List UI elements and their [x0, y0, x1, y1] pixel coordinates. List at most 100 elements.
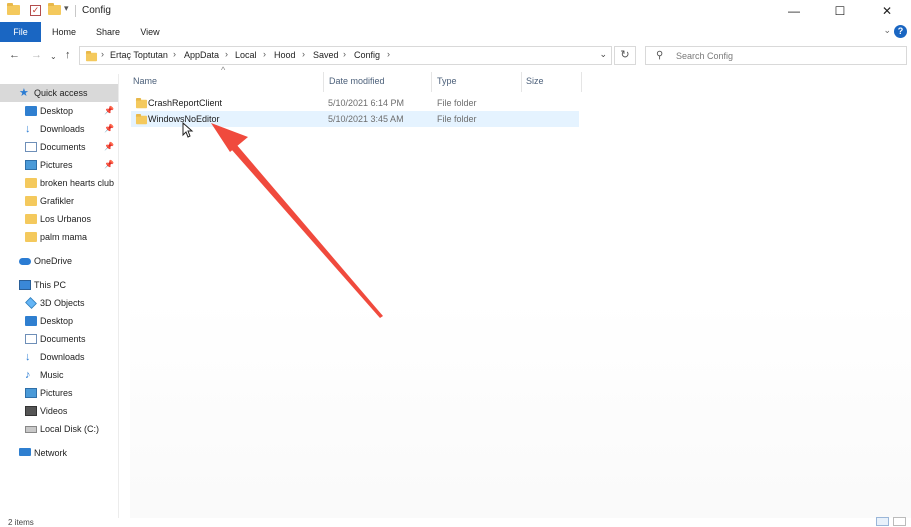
breadcrumb-saved[interactable]: Saved — [313, 50, 339, 60]
navigation-bar: ← → ⌄ ↑ › Ertaç Toptutan › AppData › Loc… — [0, 42, 911, 70]
sort-indicator-icon: ^ — [221, 65, 226, 75]
folder-icon — [85, 51, 98, 62]
sidebar-item-label: Desktop — [40, 106, 74, 116]
sidebar-item-grafikler[interactable]: Grafikler — [0, 192, 118, 210]
sidebar-item-label: Documents — [40, 142, 86, 152]
breadcrumb-local[interactable]: Local — [235, 50, 257, 60]
file-name: CrashReportClient — [148, 98, 223, 108]
sidebar-item-pc-documents[interactable]: Documents — [0, 330, 118, 348]
maximize-button[interactable]: ☐ — [817, 0, 863, 22]
file-date-modified: 5/10/2021 6:14 PM — [328, 98, 405, 108]
search-input[interactable]: ⚲ Search Config — [645, 46, 907, 65]
properties-icon[interactable]: ✓ — [30, 5, 41, 16]
breadcrumb-separator: › — [343, 49, 346, 59]
pin-icon: 📌 — [104, 106, 114, 115]
folder-icon — [25, 196, 37, 206]
column-header-size[interactable]: Size — [526, 70, 544, 92]
folder-icon — [25, 232, 37, 242]
sidebar-item-pictures[interactable]: Pictures 📌 — [0, 156, 118, 174]
breadcrumb-config[interactable]: Config — [354, 50, 380, 60]
folder-icon[interactable] — [7, 3, 20, 15]
sidebar-item-downloads[interactable]: ↓ Downloads 📌 — [0, 120, 118, 138]
sidebar-item-los-urbanos[interactable]: Los Urbanos — [0, 210, 118, 228]
sidebar-item-documents[interactable]: Documents 📌 — [0, 138, 118, 156]
sidebar-item-this-pc[interactable]: This PC — [0, 276, 118, 294]
video-icon — [25, 406, 37, 416]
pin-icon: 📌 — [104, 124, 114, 133]
column-header-date-modified[interactable]: Date modified — [329, 70, 385, 92]
search-placeholder: Search Config — [676, 51, 734, 61]
sidebar-item-label: 3D Objects — [40, 298, 85, 308]
sidebar-item-label: Pictures — [40, 388, 73, 398]
close-button[interactable]: ✕ — [864, 0, 910, 22]
forward-button[interactable]: → — [31, 48, 42, 62]
column-divider[interactable] — [581, 72, 582, 92]
column-divider[interactable] — [431, 72, 432, 92]
sidebar-item-local-disk[interactable]: Local Disk (C:) — [0, 420, 118, 438]
sidebar-item-label: This PC — [34, 280, 67, 290]
refresh-button[interactable]: ↻ — [614, 46, 636, 65]
recent-locations-button[interactable]: ⌄ — [50, 50, 57, 64]
sidebar-item-network[interactable]: Network — [0, 444, 118, 462]
pin-icon: 📌 — [104, 142, 114, 151]
sidebar-item-label: Network — [34, 448, 68, 458]
sidebar-item-label: Downloads — [40, 124, 85, 134]
drive-icon — [25, 426, 37, 433]
sidebar-item-music[interactable]: ♪ Music — [0, 366, 118, 384]
sidebar-item-desktop[interactable]: Desktop 📌 — [0, 102, 118, 120]
sidebar-item-label: broken hearts club — [40, 178, 115, 188]
status-bar: 2 items — [0, 517, 911, 527]
file-type: File folder — [437, 114, 477, 124]
table-row[interactable]: WindowsNoEditor 5/10/2021 3:45 AM File f… — [131, 111, 579, 127]
sidebar-item-pc-downloads[interactable]: ↓ Downloads — [0, 348, 118, 366]
breadcrumb-ertac-toptutan[interactable]: Ertaç Toptutan — [110, 50, 168, 60]
sidebar-item-palm-mama[interactable]: palm mama — [0, 228, 118, 246]
details-view-icon[interactable] — [876, 517, 889, 526]
large-icons-view-icon[interactable] — [893, 517, 906, 526]
documents-icon — [25, 142, 37, 152]
sidebar-item-pc-desktop[interactable]: Desktop — [0, 312, 118, 330]
tab-view[interactable]: View — [134, 22, 166, 42]
pictures-icon — [25, 388, 37, 398]
customize-toolbar-icon[interactable]: ▾ — [64, 3, 69, 14]
sidebar-item-label: Videos — [40, 406, 68, 416]
new-folder-icon[interactable] — [48, 3, 61, 15]
computer-icon — [19, 280, 31, 290]
tab-home[interactable]: Home — [47, 22, 81, 42]
tab-file[interactable]: File — [0, 22, 41, 42]
sidebar-item-videos[interactable]: Videos — [0, 402, 118, 420]
sidebar-item-label: Grafikler — [40, 196, 75, 206]
mouse-cursor-icon — [182, 122, 194, 138]
star-icon: ★ — [19, 87, 29, 99]
column-divider[interactable] — [521, 72, 522, 92]
breadcrumb-appdata[interactable]: AppData — [184, 50, 219, 60]
sidebar-item-quick-access[interactable]: ★ Quick access — [0, 84, 118, 102]
breadcrumb-hood[interactable]: Hood — [274, 50, 296, 60]
expand-ribbon-icon[interactable]: ⌄ — [883, 25, 891, 36]
navigation-pane: ★ Quick access Desktop 📌 ↓ Downloads 📌 D… — [0, 74, 119, 520]
table-row[interactable]: CrashReportClient 5/10/2021 6:14 PM File… — [131, 95, 579, 111]
folder-icon — [25, 214, 37, 224]
sidebar-item-broken-hearts-club[interactable]: broken hearts club — [0, 174, 118, 192]
sidebar-item-label: Quick access — [34, 88, 88, 98]
sidebar-item-onedrive[interactable]: OneDrive — [0, 252, 118, 270]
title-bar: ✓ ▾ Config — ☐ ✕ — [0, 0, 911, 22]
file-list: ^ Name Date modified Type Size CrashRepo… — [119, 65, 911, 520]
tab-share[interactable]: Share — [91, 22, 125, 42]
folder-icon — [25, 178, 37, 188]
downloads-icon: ↓ — [25, 123, 31, 135]
address-dropdown-icon[interactable]: ⌄ — [599, 49, 607, 60]
help-icon[interactable]: ? — [894, 25, 907, 38]
sidebar-item-label: palm mama — [40, 232, 88, 242]
column-header-type[interactable]: Type — [437, 70, 457, 92]
address-bar[interactable]: › Ertaç Toptutan › AppData › Local › Hoo… — [79, 46, 612, 65]
back-button[interactable]: ← — [9, 48, 20, 62]
column-divider[interactable] — [323, 72, 324, 92]
up-button[interactable]: ↑ — [65, 48, 71, 62]
file-type: File folder — [437, 98, 477, 108]
sidebar-item-pc-pictures[interactable]: Pictures — [0, 384, 118, 402]
sidebar-item-label: Documents — [40, 334, 86, 344]
sidebar-item-3d-objects[interactable]: 3D Objects — [0, 294, 118, 312]
column-header-name[interactable]: Name — [133, 70, 157, 92]
minimize-button[interactable]: — — [771, 0, 817, 22]
